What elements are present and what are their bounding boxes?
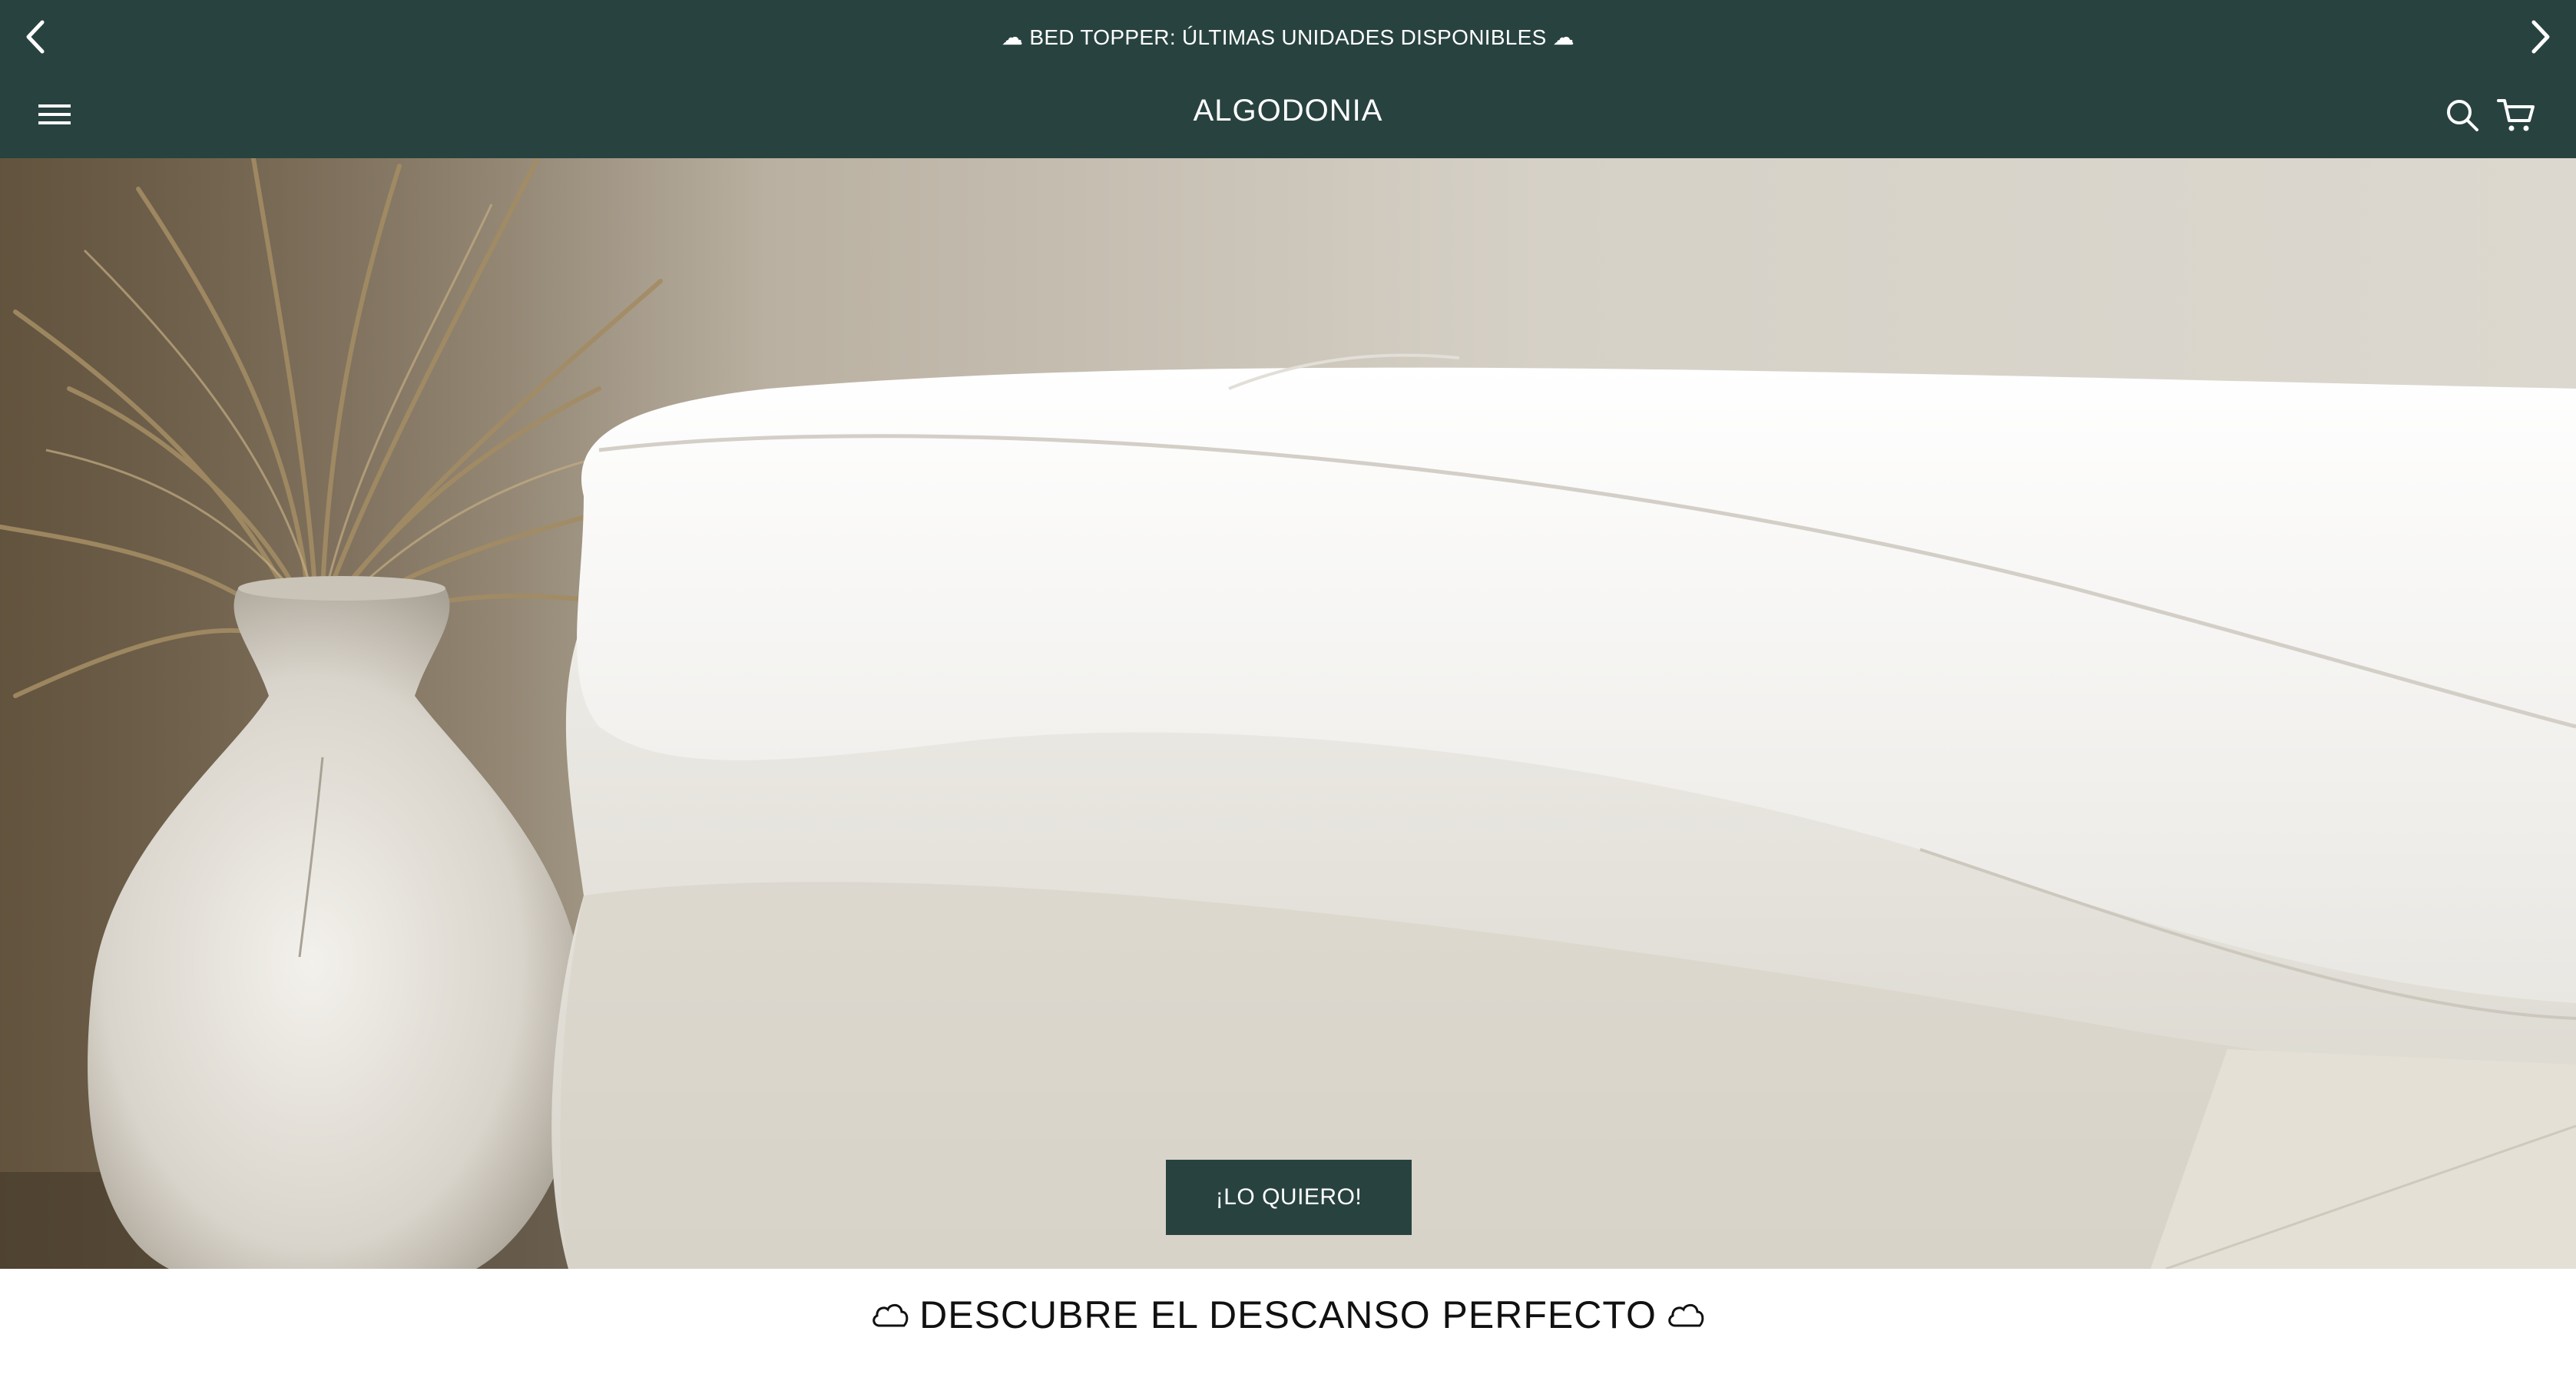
section-title-text: DESCUBRE EL DESCANSO PERFECTO: [919, 1293, 1657, 1336]
announcement-next-button[interactable]: [2519, 12, 2562, 61]
announcement-text: ☁ BED TOPPER: ÚLTIMAS UNIDADES DISPONIBL…: [1001, 25, 1575, 49]
hero-banner: ¡LO QUIERO!: [0, 158, 2576, 1269]
cart-icon: [2497, 99, 2535, 131]
chevron-right-icon: [2531, 20, 2550, 54]
announcement-prev-button[interactable]: [14, 12, 57, 61]
search-icon: [2447, 100, 2478, 131]
site-logo[interactable]: ALGODONIA: [0, 94, 2576, 128]
site-header: ALGODONIA: [0, 74, 2576, 158]
hero-image: [0, 158, 2576, 1269]
cloud-icon: [870, 1300, 910, 1330]
chevron-left-icon: [26, 20, 45, 54]
section-heading: DESCUBRE EL DESCANSO PERFECTO: [0, 1269, 2576, 1361]
cart-button[interactable]: [2495, 94, 2538, 137]
search-button[interactable]: [2441, 94, 2484, 137]
announcement-bar: ☁ BED TOPPER: ÚLTIMAS UNIDADES DISPONIBL…: [0, 0, 2576, 74]
cloud-icon: [1666, 1300, 1706, 1330]
hero-cta-button[interactable]: ¡LO QUIERO!: [1166, 1160, 1412, 1235]
